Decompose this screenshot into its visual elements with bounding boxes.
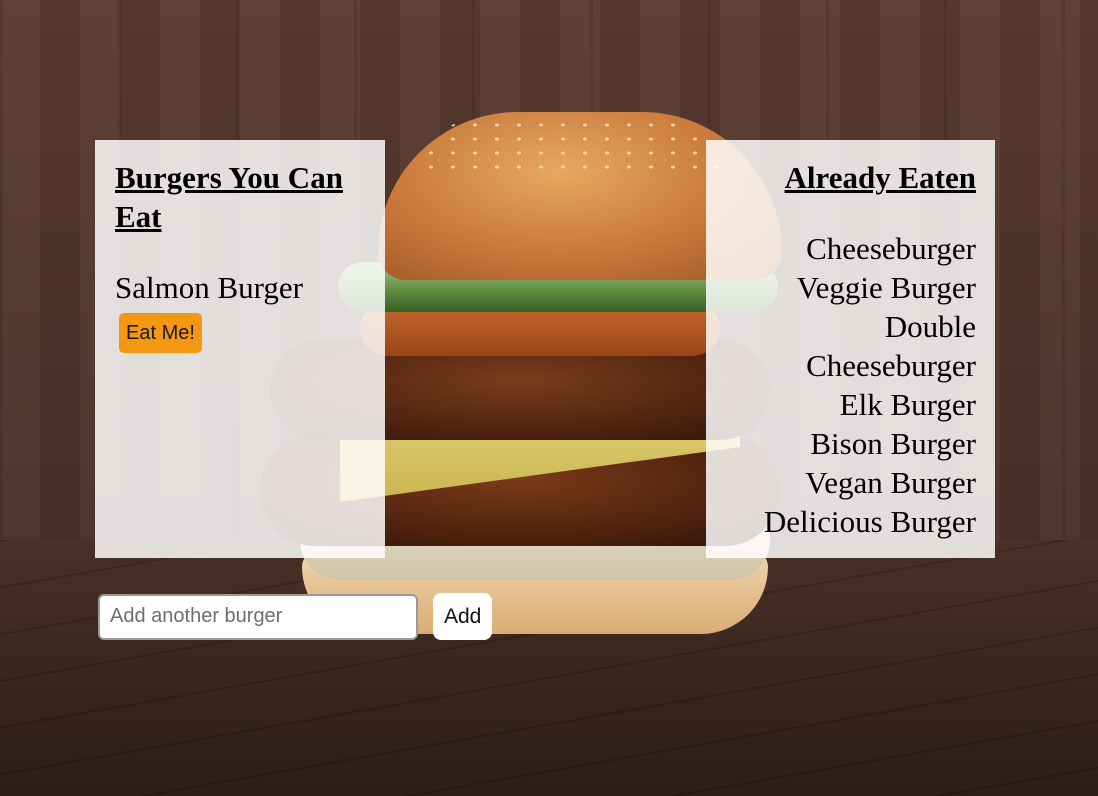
burger-name: Salmon Burger	[115, 270, 303, 305]
burgers-to-eat-list: Salmon Burger Eat Me!	[115, 268, 365, 353]
eat-me-button[interactable]: Eat Me!	[119, 313, 202, 353]
already-eaten-heading: Already Eaten	[784, 160, 976, 195]
burgers-to-eat-panel: Burgers You Can Eat Salmon Burger Eat Me…	[95, 140, 385, 558]
list-item: Salmon Burger Eat Me!	[115, 268, 365, 353]
list-item: Double Cheeseburger	[806, 309, 976, 383]
already-eaten-panel: Already Eaten Cheeseburger Veggie Burger…	[706, 140, 995, 558]
list-item: Cheeseburger	[806, 231, 976, 266]
add-burger-form: Add	[98, 593, 493, 640]
list-item: Veggie Burger	[796, 270, 976, 305]
list-item: Delicious Burger	[763, 504, 976, 539]
already-eaten-list: Cheeseburger Veggie Burger Double Cheese…	[725, 229, 976, 541]
list-item: Vegan Burger	[805, 465, 976, 500]
add-button[interactable]: Add	[433, 593, 493, 640]
burgers-to-eat-heading: Burgers You Can Eat	[115, 160, 343, 234]
sesame-seeds	[420, 118, 720, 178]
add-burger-input[interactable]	[98, 593, 418, 640]
list-item: Bison Burger	[810, 426, 976, 461]
list-item: Elk Burger	[839, 387, 976, 422]
